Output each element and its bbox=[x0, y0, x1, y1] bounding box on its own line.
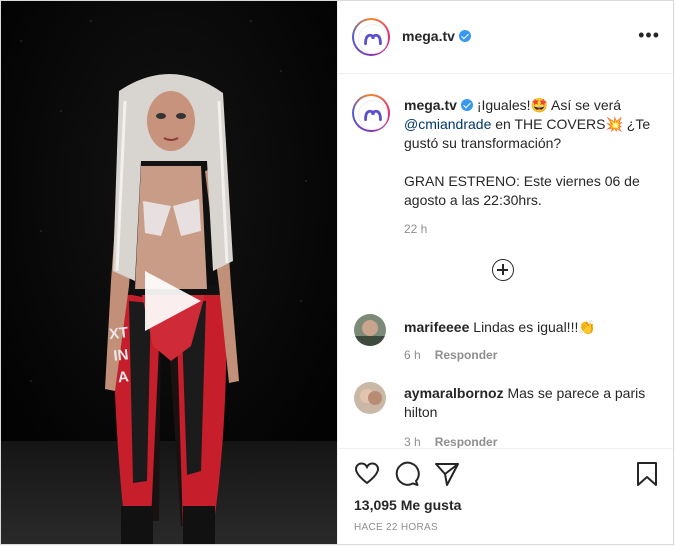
mega-logo-icon bbox=[358, 24, 388, 54]
comments-list[interactable]: mega.tv ¡Iguales!🤩 Así se verá @cmiandra… bbox=[338, 74, 673, 448]
caption-text-3: GRAN ESTRENO: Este viernes 06 de agosto … bbox=[404, 173, 640, 208]
caption-text: mega.tv ¡Iguales!🤩 Así se verá @cmiandra… bbox=[404, 96, 662, 210]
comment-text: Lindas es igual!!!👏 bbox=[473, 319, 596, 335]
reply-button[interactable]: Responder bbox=[435, 348, 498, 362]
comment-time: 6 h bbox=[404, 348, 421, 362]
verified-icon bbox=[458, 30, 471, 42]
comment-username[interactable]: marifeeee bbox=[404, 319, 469, 335]
post-timestamp: HACE 22 HORAS bbox=[354, 522, 438, 533]
more-icon[interactable]: ••• bbox=[638, 25, 660, 46]
share-icon[interactable] bbox=[434, 461, 460, 487]
post-dialog: XTINA mega.tv ••• mega.tv ¡Iguales!🤩 Así… bbox=[0, 0, 674, 545]
load-more-comments-icon[interactable] bbox=[492, 259, 514, 281]
post-header: mega.tv ••• bbox=[338, 1, 673, 74]
comment-text-row: marifeeee Lindas es igual!!!👏 bbox=[404, 318, 654, 337]
header-username[interactable]: mega.tv bbox=[402, 28, 455, 44]
caption-time: 22 h bbox=[404, 222, 428, 236]
post-sidebar: mega.tv ••• mega.tv ¡Iguales!🤩 Así se ve… bbox=[337, 1, 673, 544]
video-player[interactable]: XTINA bbox=[1, 1, 337, 544]
post-actions: 13,095 Me gusta HACE 22 HORAS bbox=[338, 448, 673, 544]
comment-icon[interactable] bbox=[394, 461, 420, 487]
caption-avatar[interactable] bbox=[352, 94, 390, 132]
comment-meta: 6 h Responder bbox=[404, 348, 497, 362]
caption-mention[interactable]: @cmiandrade bbox=[404, 116, 491, 132]
comment-time: 3 h bbox=[404, 435, 421, 448]
header-username-row: mega.tv bbox=[402, 28, 471, 44]
heart-icon[interactable] bbox=[354, 461, 380, 487]
commenter-avatar[interactable] bbox=[354, 314, 386, 346]
reply-button[interactable]: Responder bbox=[435, 435, 498, 448]
mega-logo-icon bbox=[358, 100, 388, 130]
likes-count[interactable]: 13,095 Me gusta bbox=[354, 497, 461, 513]
caption-text-1: ¡Iguales!🤩 Así se verá bbox=[476, 97, 622, 113]
commenter-avatar[interactable] bbox=[354, 382, 386, 414]
caption-username[interactable]: mega.tv bbox=[404, 97, 457, 113]
verified-icon bbox=[460, 99, 473, 111]
comment-text-row: aymaralbornoz Mas se parece a paris hilt… bbox=[404, 384, 654, 422]
account-avatar[interactable] bbox=[352, 18, 390, 56]
play-icon[interactable] bbox=[139, 267, 207, 335]
bookmark-icon[interactable] bbox=[634, 461, 660, 487]
comment-username[interactable]: aymaralbornoz bbox=[404, 385, 504, 401]
comment-meta: 3 h Responder bbox=[404, 435, 497, 448]
